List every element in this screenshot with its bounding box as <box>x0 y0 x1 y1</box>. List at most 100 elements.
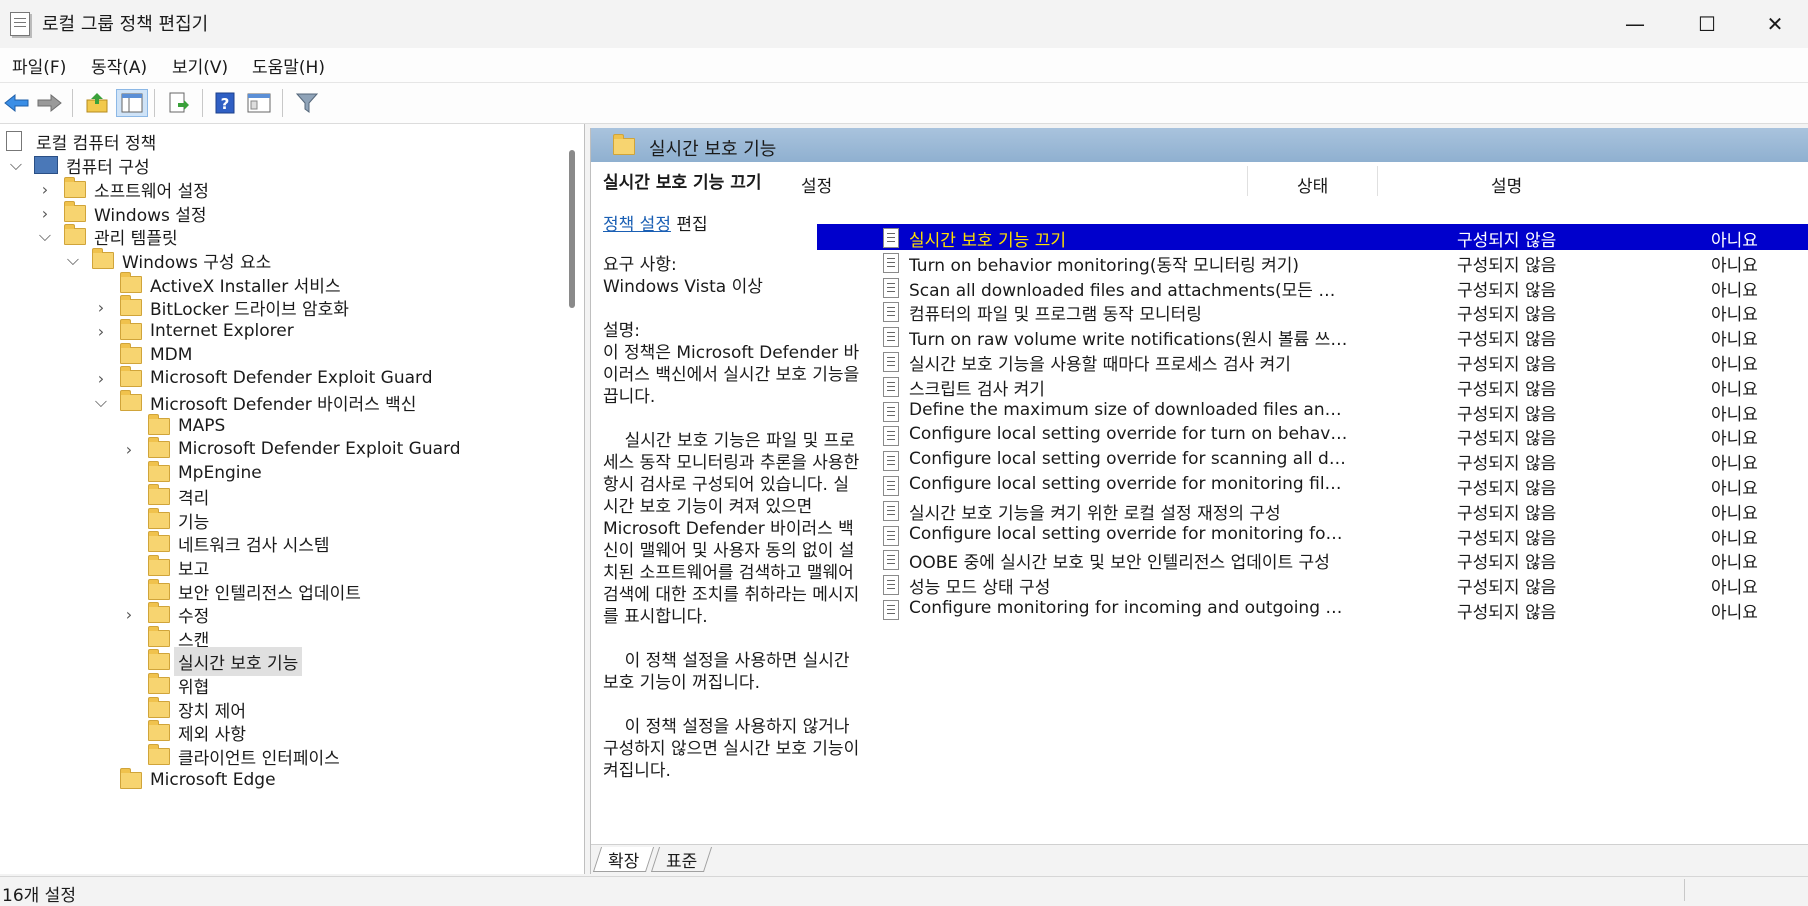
policy-setting-icon <box>883 252 899 273</box>
table-row[interactable]: Configure local setting override for sca… <box>591 447 1808 474</box>
tree-item-bitlocker[interactable]: › BitLocker 드라이브 암호화 <box>90 294 349 320</box>
tree-item-computer-config[interactable]: ⌵ 컴퓨터 구성 <box>6 152 150 178</box>
table-row[interactable]: 실시간 보호 기능을 사용할 때마다 프로세스 검사 켜기 구성되지 않음 아니요 <box>591 348 1808 375</box>
chevron-right-icon[interactable]: › <box>94 322 108 341</box>
menu-help[interactable]: 도움말(H) <box>252 53 325 78</box>
close-button[interactable]: ✕ <box>1740 0 1808 48</box>
setting-state: 구성되지 않음 <box>1457 553 1557 574</box>
table-row[interactable]: Configure local setting override for tur… <box>591 422 1808 450</box>
show-hide-tree-icon[interactable] <box>116 89 148 117</box>
table-row[interactable]: Configure monitoring for incoming and ou… <box>591 596 1808 623</box>
tree-item-defender-antivirus[interactable]: ⌵ Microsoft Defender 바이러스 백신 <box>90 389 416 415</box>
table-row[interactable]: Define the maximum size of downloaded fi… <box>591 398 1808 425</box>
setting-comment: 아니요 <box>1711 578 1758 599</box>
setting-state: 구성되지 않음 <box>1457 479 1557 499</box>
filter-icon[interactable] <box>294 91 320 115</box>
export-list-icon[interactable] <box>166 91 192 115</box>
tree-item-windows-components[interactable]: ⌵ Windows 구성 요소 <box>62 247 271 273</box>
tree-item-av-exploit-guard[interactable]: › Microsoft Defender Exploit Guard <box>118 436 461 462</box>
maximize-button[interactable]: ☐ <box>1672 0 1742 48</box>
folder-icon <box>148 460 170 482</box>
tree-item-realtime-protection[interactable]: 실시간 보호 기능 <box>118 646 303 676</box>
chevron-down-icon[interactable]: ⌵ <box>9 155 23 175</box>
folder-icon <box>120 294 142 316</box>
tree-item-exploit-guard[interactable]: › Microsoft Defender Exploit Guard <box>90 365 433 391</box>
setting-comment: 아니요 <box>1711 429 1758 450</box>
toolbar-separator <box>72 89 73 117</box>
chevron-right-icon[interactable]: › <box>122 605 136 624</box>
setting-comment: 아니요 <box>1711 355 1758 375</box>
policy-setting-icon <box>883 302 899 323</box>
table-row[interactable]: 컴퓨터의 파일 및 프로그램 동작 모니터링 구성되지 않음 아니요 <box>591 298 1808 326</box>
chevron-right-icon[interactable]: › <box>122 440 136 459</box>
setting-state: 구성되지 않음 <box>1457 429 1557 450</box>
policy-setting-icon <box>883 352 899 372</box>
tree-item-label: 로컬 컴퓨터 정책 <box>36 133 157 154</box>
tree-item-network-inspection[interactable]: 네트워크 검사 시스템 <box>118 530 330 556</box>
chevron-down-icon[interactable]: ⌵ <box>94 392 108 412</box>
minimize-button[interactable]: — <box>1600 0 1670 48</box>
setting-name: Scan all downloaded files and attachment… <box>909 280 1349 301</box>
up-folder-icon[interactable] <box>84 91 110 115</box>
table-row[interactable]: Configure local setting override for mon… <box>591 472 1808 499</box>
tree-item-client-interface[interactable]: 클라이언트 인터페이스 <box>118 743 340 769</box>
folder-icon <box>120 389 142 411</box>
menu-view[interactable]: 보기(V) <box>172 53 228 78</box>
tree-item-label: 수정 <box>178 606 210 627</box>
tree-item-software-settings[interactable]: › 소프트웨어 설정 <box>34 176 209 202</box>
setting-name: 컴퓨터의 파일 및 프로그램 동작 모니터링 <box>909 305 1202 326</box>
column-divider[interactable] <box>1247 166 1248 196</box>
column-header-comment[interactable]: 설명 <box>1491 172 1522 197</box>
policy-setting-icon <box>883 525 899 546</box>
tree-item-admin-templates[interactable]: ⌵ 관리 템플릿 <box>34 223 178 249</box>
table-row[interactable]: Turn on behavior monitoring(동작 모니터링 켜기) 구… <box>591 249 1808 276</box>
table-row[interactable]: 실시간 보호 기능 끄기 구성되지 않음 아니요 <box>817 224 1808 250</box>
tree-scrollbar[interactable] <box>569 150 575 308</box>
column-header-state[interactable]: 상태 <box>1297 172 1328 197</box>
table-row[interactable]: 스크립트 검사 켜기 구성되지 않음 아니요 <box>591 373 1808 400</box>
policy-setting-icon <box>883 228 899 248</box>
tree-item-edge[interactable]: Microsoft Edge <box>90 767 276 793</box>
table-row[interactable]: OOBE 중에 실시간 보호 및 보안 인텔리전스 업데이트 구성 구성되지 않음… <box>591 546 1808 574</box>
setting-state: 구성되지 않음 <box>1457 330 1557 351</box>
tree-item-root[interactable]: 로컬 컴퓨터 정책 <box>6 128 156 154</box>
setting-comment: 아니요 <box>1711 255 1758 276</box>
chevron-down-icon[interactable]: ⌵ <box>66 250 80 270</box>
properties-icon[interactable] <box>246 91 272 115</box>
tree-item-quarantine[interactable]: 격리 <box>118 483 209 509</box>
tree-item-internet-explorer[interactable]: › Internet Explorer <box>90 318 294 344</box>
folder-icon <box>120 342 142 364</box>
tab-standard[interactable]: 표준 <box>650 847 713 872</box>
tree-item-reporting[interactable]: 보고 <box>118 554 209 580</box>
folder-icon <box>120 365 142 387</box>
setting-comment: 아니요 <box>1711 404 1758 425</box>
setting-comment: 아니요 <box>1711 603 1758 623</box>
column-divider[interactable] <box>1377 166 1378 196</box>
tab-extended[interactable]: 확장 <box>592 847 655 872</box>
tree-item-exclusions[interactable]: 제외 사항 <box>118 719 246 745</box>
forward-arrow-icon[interactable] <box>36 91 62 115</box>
table-row[interactable]: 성능 모드 상태 구성 구성되지 않음 아니요 <box>591 571 1808 599</box>
chevron-right-icon[interactable]: › <box>94 369 108 388</box>
table-row[interactable]: Scan all downloaded files and attachment… <box>591 274 1808 301</box>
back-arrow-icon[interactable] <box>4 91 30 115</box>
chevron-right-icon[interactable]: › <box>94 298 108 317</box>
chevron-down-icon[interactable]: ⌵ <box>38 226 52 246</box>
menu-file[interactable]: 파일(F) <box>12 53 66 78</box>
table-row[interactable]: Turn on raw volume write notifications(원… <box>591 323 1808 351</box>
table-row[interactable]: 실시간 보호 기능을 켜기 위한 로컬 설정 재정의 구성 구성되지 않음 아니요 <box>591 497 1808 524</box>
tree-item-label: ActiveX Installer 서비스 <box>150 276 341 297</box>
setting-state: 구성되지 않음 <box>1457 404 1557 425</box>
menu-action[interactable]: 동작(A) <box>91 53 147 78</box>
chevron-right-icon[interactable]: › <box>38 204 52 223</box>
tree-item-label: 격리 <box>178 488 210 509</box>
help-icon[interactable]: ? <box>212 91 238 115</box>
column-header-setting[interactable]: 설정 <box>801 172 832 197</box>
tree-item-label: BitLocker 드라이브 암호화 <box>150 299 349 320</box>
tree-pane: 로컬 컴퓨터 정책 ⌵ 컴퓨터 구성 › 소프트웨어 설정 › Windows … <box>0 124 585 874</box>
setting-comment: 아니요 <box>1711 479 1758 499</box>
tree-item-remediation[interactable]: › 수정 <box>118 601 209 627</box>
table-row[interactable]: Configure local setting override for mon… <box>591 522 1808 549</box>
tree-item-threats[interactable]: 위협 <box>118 672 209 698</box>
chevron-right-icon[interactable]: › <box>38 180 52 199</box>
